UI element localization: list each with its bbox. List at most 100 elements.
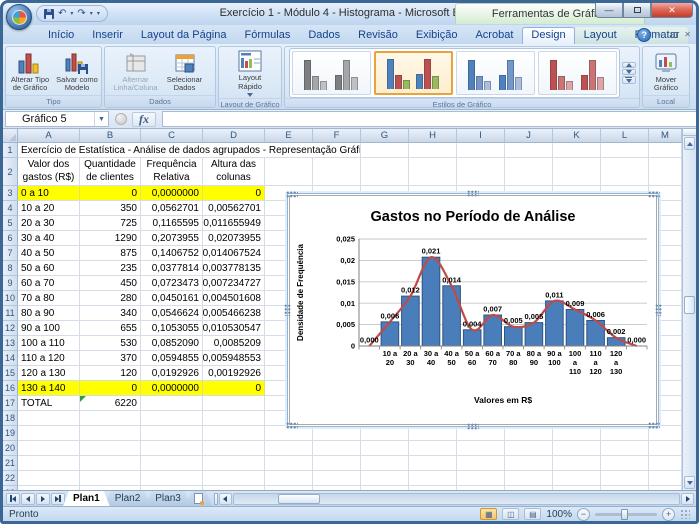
chart-handle[interactable] xyxy=(467,190,479,197)
cell-H23[interactable] xyxy=(409,486,457,490)
cell-C22[interactable] xyxy=(141,471,203,486)
first-sheet-icon[interactable] xyxy=(6,493,20,505)
cell-L2[interactable] xyxy=(601,158,649,186)
cell-E23[interactable] xyxy=(265,486,313,490)
column-header-G[interactable]: G xyxy=(361,129,409,143)
cell-A10[interactable]: 70 a 80 xyxy=(18,291,80,306)
cell-M21[interactable] xyxy=(649,456,682,471)
chart-object[interactable]: Gastos no Período de Análise00,0050,010,… xyxy=(287,193,659,427)
redo-icon[interactable]: ↷ xyxy=(77,9,85,19)
cell-J2[interactable] xyxy=(505,158,553,186)
cell-D17[interactable] xyxy=(203,396,265,411)
cell-C20[interactable] xyxy=(141,441,203,456)
row-header-8[interactable]: 8 xyxy=(3,261,18,276)
column-header-C[interactable]: C xyxy=(141,129,203,143)
cell-D19[interactable] xyxy=(203,426,265,441)
quick-layout-button[interactable]: Layout Rápido xyxy=(226,48,274,98)
cell-D20[interactable] xyxy=(203,441,265,456)
row-header-15[interactable]: 15 xyxy=(3,366,18,381)
cell-I23[interactable] xyxy=(457,486,505,490)
cell-L1[interactable] xyxy=(601,143,649,158)
cell-D7[interactable]: 0,014067524 xyxy=(203,246,265,261)
cell-I2[interactable] xyxy=(457,158,505,186)
row-header-1[interactable]: 1 xyxy=(3,143,18,158)
cell-J21[interactable] xyxy=(505,456,553,471)
cell-C15[interactable]: 0,0192926 xyxy=(141,366,203,381)
cell-F2[interactable] xyxy=(313,158,361,186)
row-header-13[interactable]: 13 xyxy=(3,336,18,351)
cell-C6[interactable]: 0,2073955 xyxy=(141,231,203,246)
column-header-E[interactable]: E xyxy=(265,129,313,143)
column-header-B[interactable]: B xyxy=(80,129,141,143)
workbook-restore-icon[interactable] xyxy=(671,32,678,38)
select-all-corner[interactable] xyxy=(3,129,18,143)
scroll-up-icon[interactable] xyxy=(684,137,695,150)
move-chart-button[interactable]: Mover Gráfico xyxy=(644,50,688,94)
cell-B13[interactable]: 530 xyxy=(80,336,141,351)
cell-A23[interactable] xyxy=(18,486,80,490)
cell-L20[interactable] xyxy=(601,441,649,456)
cell-B14[interactable]: 370 xyxy=(80,351,141,366)
chart-style-option-1[interactable] xyxy=(292,51,371,95)
cell-E21[interactable] xyxy=(265,456,313,471)
cell-C19[interactable] xyxy=(141,426,203,441)
cell-A6[interactable]: 30 a 40 xyxy=(18,231,80,246)
cell-A3[interactable]: 0 a 10 xyxy=(18,186,80,201)
cell-D22[interactable] xyxy=(203,471,265,486)
ribbon-tab-layout-da-página[interactable]: Layout da Página xyxy=(132,27,236,44)
cell-G1[interactable] xyxy=(361,143,409,158)
scroll-right-icon[interactable] xyxy=(681,493,694,505)
cell-K21[interactable] xyxy=(553,456,601,471)
cell-K22[interactable] xyxy=(553,471,601,486)
ribbon-tab-layout[interactable]: Layout xyxy=(575,27,626,44)
row-header-10[interactable]: 10 xyxy=(3,291,18,306)
cell-A22[interactable] xyxy=(18,471,80,486)
cell-A2[interactable]: Valor dos gastos (R$) xyxy=(18,158,80,186)
cell-D5[interactable]: 0,011655949 xyxy=(203,216,265,231)
cell-B7[interactable]: 875 xyxy=(80,246,141,261)
previous-sheet-icon[interactable] xyxy=(21,493,35,505)
chart-style-option-4[interactable] xyxy=(538,51,617,95)
save-icon[interactable] xyxy=(44,9,54,19)
tab-split-handle[interactable] xyxy=(214,493,218,505)
cell-D6[interactable]: 0,02073955 xyxy=(203,231,265,246)
cell-B19[interactable] xyxy=(80,426,141,441)
cell-A18[interactable] xyxy=(18,411,80,426)
column-header-H[interactable]: H xyxy=(409,129,457,143)
save-as-template-button[interactable]: Salvar como Modelo xyxy=(54,50,100,94)
gallery-more-icon[interactable] xyxy=(622,76,636,85)
last-sheet-icon[interactable] xyxy=(51,493,65,505)
cell-B23[interactable] xyxy=(80,486,141,490)
gallery-scroll-down-icon[interactable] xyxy=(622,69,636,75)
row-header-4[interactable]: 4 xyxy=(3,201,18,216)
cell-D23[interactable] xyxy=(203,486,265,490)
row-header-16[interactable]: 16 xyxy=(3,381,18,396)
cell-M2[interactable] xyxy=(649,158,682,186)
cell-F21[interactable] xyxy=(313,456,361,471)
chart-handle[interactable] xyxy=(648,422,660,429)
cell-A13[interactable]: 100 a 110 xyxy=(18,336,80,351)
cell-D8[interactable]: 0,003778135 xyxy=(203,261,265,276)
cell-A15[interactable]: 120 a 130 xyxy=(18,366,80,381)
cell-D16[interactable]: 0 xyxy=(203,381,265,396)
workbook-close-icon[interactable]: ✕ xyxy=(684,31,691,39)
row-header-7[interactable]: 7 xyxy=(3,246,18,261)
cell-D21[interactable] xyxy=(203,456,265,471)
cell-B21[interactable] xyxy=(80,456,141,471)
cell-D11[interactable]: 0,005466238 xyxy=(203,306,265,321)
cell-M23[interactable] xyxy=(649,486,682,490)
column-header-L[interactable]: L xyxy=(601,129,649,143)
cell-C17[interactable] xyxy=(141,396,203,411)
cell-C4[interactable]: 0,0562701 xyxy=(141,201,203,216)
name-box-dropdown-icon[interactable]: ▼ xyxy=(94,112,108,126)
page-break-view-icon[interactable]: ▤ xyxy=(524,508,541,520)
column-header-J[interactable]: J xyxy=(505,129,553,143)
workbook-minimize-icon[interactable]: — xyxy=(657,31,665,39)
scroll-left-icon[interactable] xyxy=(219,493,232,505)
cell-J22[interactable] xyxy=(505,471,553,486)
cell-D14[interactable]: 0,005948553 xyxy=(203,351,265,366)
cell-B10[interactable]: 280 xyxy=(80,291,141,306)
cell-L22[interactable] xyxy=(601,471,649,486)
zoom-slider[interactable] xyxy=(595,513,657,516)
cell-G20[interactable] xyxy=(361,441,409,456)
